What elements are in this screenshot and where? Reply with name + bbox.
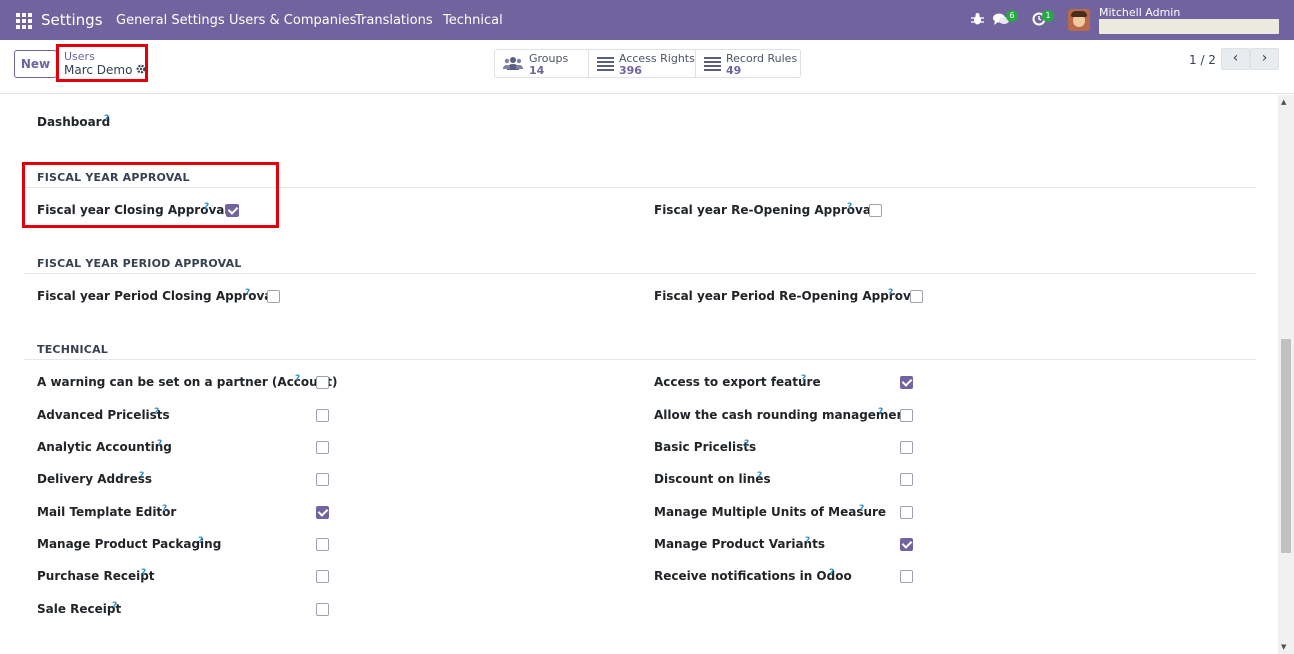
help-tooltip[interactable]: ?	[847, 202, 852, 212]
setting-checkbox[interactable]	[316, 473, 329, 486]
smart-buttons: Groups 14 Access Rights 396 Record Rules…	[494, 49, 801, 78]
help-tooltip[interactable]: ?	[104, 114, 109, 124]
setting-label: Discount on lines	[654, 472, 771, 486]
setting-label: Basic Pricelists	[654, 440, 757, 454]
setting-checkbox[interactable]	[316, 603, 329, 616]
setting-label: Analytic Accounting	[37, 440, 172, 454]
setting-checkbox[interactable]	[900, 570, 913, 583]
list-icon	[597, 57, 614, 71]
record-rules-button[interactable]: Record Rules 49	[696, 50, 800, 77]
control-panel: New Users Marc Demo Groups 14 Access Rig…	[0, 40, 1294, 94]
app-brand[interactable]: Settings	[41, 11, 103, 29]
user-avatar[interactable]	[1068, 9, 1090, 31]
help-tooltip[interactable]: ?	[162, 504, 167, 514]
setting-checkbox[interactable]	[900, 538, 913, 551]
fiscal-period-closing-checkbox[interactable]	[267, 290, 280, 303]
messages-count-badge: 6	[1006, 10, 1018, 22]
help-tooltip[interactable]: ?	[198, 536, 203, 546]
setting-label: Purchase Receipt	[37, 569, 155, 583]
scroll-up-icon[interactable]: ▲	[1281, 98, 1286, 106]
company-switcher[interactable]	[1099, 19, 1279, 34]
setting-label: Mail Template Editor	[37, 505, 177, 519]
fiscal-year-reopening-checkbox[interactable]	[869, 204, 882, 217]
activities-count-badge: 1	[1042, 10, 1054, 22]
new-button[interactable]: New	[14, 50, 57, 78]
users-icon	[503, 56, 523, 73]
help-tooltip[interactable]: ?	[141, 568, 146, 578]
help-tooltip[interactable]: ?	[139, 471, 144, 481]
section-divider	[24, 359, 1256, 360]
menu-users-companies[interactable]: Users & Companies	[229, 13, 356, 28]
menu-general-settings[interactable]: General Settings	[116, 13, 225, 28]
help-tooltip[interactable]: ?	[757, 471, 762, 481]
setting-checkbox[interactable]	[316, 538, 329, 551]
help-tooltip[interactable]: ?	[744, 439, 749, 449]
setting-label: Manage Product Packaging	[37, 537, 222, 551]
pager-next-icon[interactable]: ›	[1250, 48, 1279, 70]
setting-label: Advanced Pricelists	[37, 408, 170, 422]
access-rights-button[interactable]: Access Rights 396	[589, 50, 696, 77]
section-fiscal-period-approval: FISCAL YEAR PERIOD APPROVAL	[37, 257, 242, 270]
help-tooltip[interactable]: ?	[888, 288, 893, 298]
help-tooltip[interactable]: ?	[112, 601, 117, 611]
access-rights-count: 396	[619, 64, 642, 77]
scroll-down-icon[interactable]: ▼	[1281, 643, 1286, 651]
fiscal-period-reopening-checkbox[interactable]	[910, 290, 923, 303]
help-tooltip[interactable]: ?	[295, 374, 300, 384]
fiscal-year-approval-highlight	[22, 162, 279, 228]
pager-previous-icon[interactable]: ‹	[1221, 48, 1250, 70]
record-rules-count: 49	[726, 64, 742, 77]
pager-value[interactable]: 1 / 2	[1189, 53, 1216, 67]
menu-technical[interactable]: Technical	[443, 13, 503, 28]
setting-checkbox[interactable]	[900, 376, 913, 389]
help-tooltip[interactable]: ?	[801, 374, 806, 384]
fiscal-period-reopening-label: Fiscal year Period Re-Opening Approval	[654, 289, 924, 303]
help-tooltip[interactable]: ?	[829, 568, 834, 578]
setting-checkbox[interactable]	[900, 473, 913, 486]
setting-label: Access to export feature	[654, 375, 821, 389]
groups-count: 14	[529, 64, 545, 77]
section-technical: TECHNICAL	[37, 343, 108, 356]
setting-label: Allow the cash rounding management	[654, 408, 911, 422]
setting-checkbox[interactable]	[900, 441, 913, 454]
setting-checkbox[interactable]	[316, 441, 329, 454]
setting-checkbox[interactable]	[316, 409, 329, 422]
help-tooltip[interactable]: ?	[245, 288, 250, 298]
help-tooltip[interactable]: ?	[154, 407, 159, 417]
setting-label: A warning can be set on a partner (Accou…	[37, 375, 338, 389]
help-tooltip[interactable]: ?	[157, 439, 162, 449]
setting-label: Manage Multiple Units of Measure	[654, 505, 887, 519]
setting-checkbox[interactable]	[316, 570, 329, 583]
setting-label: Sale Receipt	[37, 602, 122, 616]
app-menu-icon[interactable]	[16, 13, 32, 29]
top-navbar: Settings General Settings Users & Compan…	[0, 0, 1294, 40]
menu-translations[interactable]: Translations	[355, 13, 433, 28]
help-tooltip[interactable]: ?	[859, 504, 864, 514]
setting-label: Delivery Address	[37, 472, 153, 486]
fiscal-year-reopening-label: Fiscal year Re-Opening Approval	[654, 203, 876, 217]
dashboard-label: Dashboard	[37, 115, 111, 129]
list-icon	[704, 57, 721, 71]
setting-checkbox[interactable]	[900, 409, 913, 422]
help-tooltip[interactable]: ?	[878, 407, 883, 417]
section-divider	[24, 273, 1256, 274]
setting-checkbox[interactable]	[900, 506, 913, 519]
scrollbar-thumb[interactable]	[1281, 339, 1291, 553]
setting-checkbox[interactable]	[316, 506, 329, 519]
setting-checkbox[interactable]	[316, 376, 329, 389]
user-name[interactable]: Mitchell Admin	[1099, 6, 1180, 19]
help-tooltip[interactable]: ?	[805, 536, 810, 546]
setting-label: Manage Product Variants	[654, 537, 825, 551]
debug-bug-icon[interactable]	[971, 12, 984, 30]
setting-label: Receive notifications in Odoo	[654, 569, 852, 583]
fiscal-period-closing-label: Fiscal year Period Closing Approval	[37, 289, 277, 303]
record-title-highlight	[56, 44, 148, 82]
groups-button[interactable]: Groups 14	[495, 50, 589, 77]
